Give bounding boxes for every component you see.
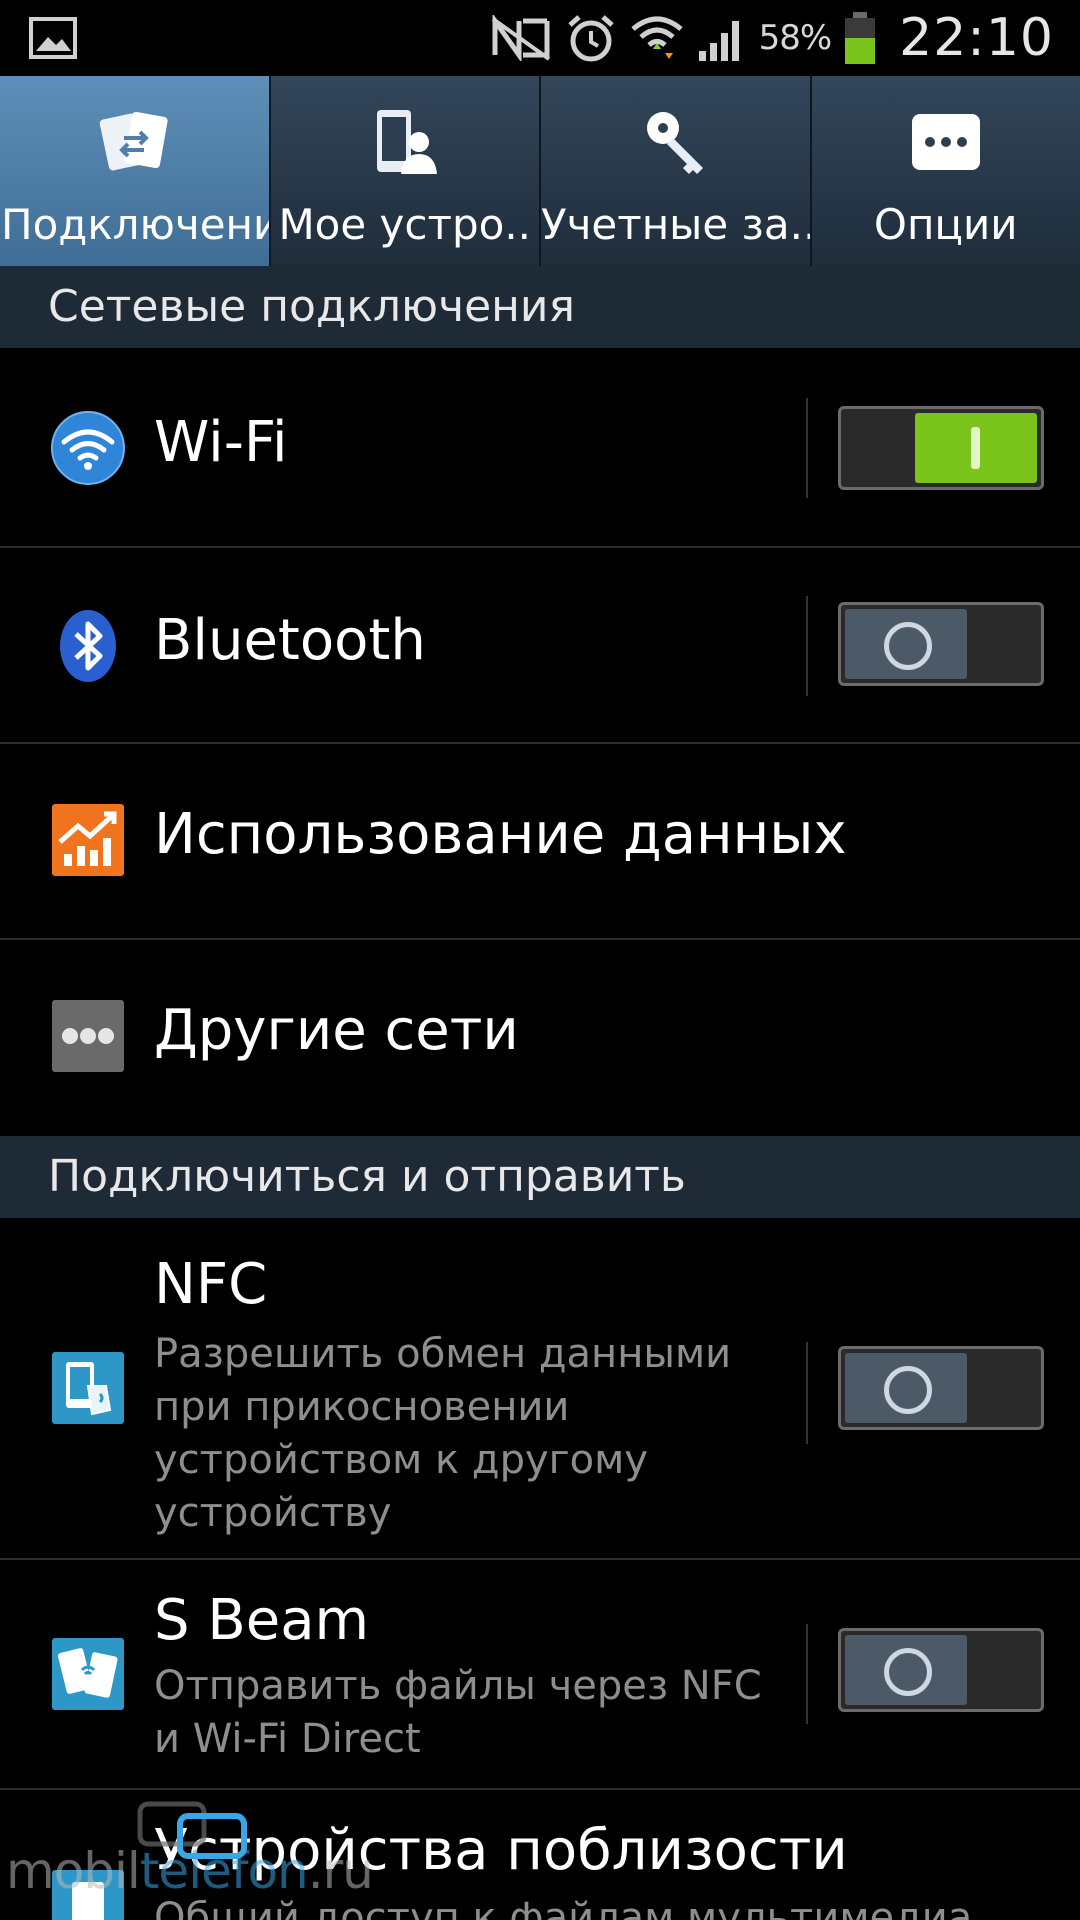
my-device-icon: [367, 102, 443, 182]
row-divider: [806, 1342, 808, 1444]
settings-tab-bar: Подключени Мое устро.. Учетные за.. Опци…: [0, 76, 1080, 266]
bluetooth-title: Bluetooth: [154, 608, 426, 673]
watermark-prefix: mobil: [6, 1842, 141, 1900]
other-networks-title: Другие сети: [154, 998, 519, 1063]
toggle-knob: [845, 1635, 967, 1705]
nfc-description: Разрешить обмен данными при прикосновени…: [154, 1331, 732, 1536]
alarm-icon: [565, 13, 617, 63]
wifi-title: Wi-Fi: [154, 410, 288, 475]
toggle-knob: [915, 413, 1037, 483]
battery-percent: 58%: [758, 18, 833, 58]
tab-label: Подключени: [1, 200, 270, 249]
tab-label: Учетные за..: [541, 200, 810, 249]
section-header-network: Сетевые подключения: [0, 266, 1080, 348]
watermark-highlight: telefon: [139, 1842, 309, 1900]
watermark-suffix: .ru: [307, 1842, 374, 1900]
tab-connections[interactable]: Подключени: [0, 76, 271, 266]
watermark-text: mobiltelefon.ru: [6, 1842, 374, 1900]
data-usage-row[interactable]: Использование данных: [0, 744, 1080, 940]
sbeam-toggle[interactable]: [838, 1628, 1044, 1712]
wifi-row[interactable]: Wi-Fi: [0, 348, 1080, 548]
watermark: mobiltelefon.ru: [0, 1800, 600, 1920]
gallery-icon: [28, 16, 78, 60]
signal-icon: [697, 13, 747, 63]
toggle-knob: [845, 609, 967, 679]
toggle-knob: [845, 1353, 967, 1423]
sbeam-title: S Beam: [154, 1588, 370, 1653]
clock-time: 22:10: [899, 8, 1054, 68]
nfc-title: NFC: [154, 1252, 268, 1317]
other-networks-row[interactable]: Другие сети: [0, 940, 1080, 1136]
tab-label: Опции: [873, 200, 1018, 249]
row-divider: [806, 596, 808, 696]
tab-options[interactable]: Опции: [812, 76, 1080, 266]
nfc-row[interactable]: NFC Разрешить обмен данными при прикосно…: [0, 1218, 1080, 1560]
more-options-icon: [908, 102, 984, 182]
tab-label: Мое устро..: [278, 200, 532, 249]
wifi-toggle[interactable]: [838, 406, 1044, 490]
data-usage-title: Использование данных: [154, 802, 847, 867]
status-bar: 58% 22:10: [0, 0, 1080, 76]
bluetooth-icon: [50, 608, 126, 684]
wifi-icon: [50, 410, 126, 486]
sbeam-description: Отправить файлы через NFC и Wi-Fi Direct: [154, 1663, 762, 1762]
battery-icon: [843, 10, 877, 66]
bluetooth-toggle[interactable]: [838, 602, 1044, 686]
wifi-icon: [629, 13, 685, 63]
nfc-toggle[interactable]: [838, 1346, 1044, 1430]
bluetooth-row[interactable]: Bluetooth: [0, 548, 1080, 744]
section-header-connect-share: Подключиться и отправить: [0, 1136, 1080, 1218]
sbeam-row[interactable]: S Beam Отправить файлы через NFC и Wi-Fi…: [0, 1560, 1080, 1790]
row-divider: [806, 1624, 808, 1724]
nfc-icon: [50, 1350, 126, 1426]
tab-my-device[interactable]: Мое устро..: [271, 76, 541, 266]
row-divider: [806, 398, 808, 498]
more-networks-icon: [50, 998, 126, 1074]
accounts-key-icon: [637, 102, 713, 182]
data-usage-icon: [50, 802, 126, 878]
tab-accounts[interactable]: Учетные за..: [541, 76, 812, 266]
nfc-muted-icon: [489, 15, 553, 61]
connections-icon: [96, 102, 172, 182]
sbeam-icon: [50, 1636, 126, 1712]
